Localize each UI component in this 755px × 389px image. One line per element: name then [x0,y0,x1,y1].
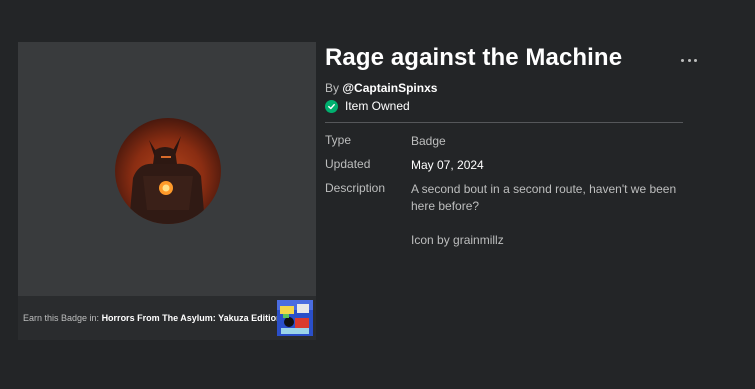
badge-title: Rage against the Machine [325,44,623,71]
robot-silhouette-icon [129,136,205,224]
description-line: A second bout in a second route, haven't… [411,182,677,213]
updated-label: Updated [325,157,371,171]
creator-byline: By @CaptainSpinxs [325,81,437,95]
earn-badge-bar[interactable]: Earn this Badge in: Horrors From The Asy… [18,296,316,340]
game-thumbnail-art-icon [277,300,313,336]
more-dot [681,58,684,62]
game-thumbnail[interactable] [277,300,313,336]
creator-link[interactable]: @CaptainSpinxs [342,81,437,95]
more-dot [694,58,697,62]
by-prefix: By [325,81,340,95]
description-label: Description [325,181,386,195]
more-options-icon[interactable] [681,54,697,66]
details-divider [325,122,683,123]
updated-value: May 07, 2024 [411,158,484,172]
checkmark-circle-icon [325,99,338,113]
earn-game-link[interactable]: Horrors From The Asylum: Yakuza Edition [102,313,277,323]
more-dot [687,58,691,62]
type-label: Type [325,133,352,147]
earn-badge-text: Earn this Badge in: Horrors From The Asy… [23,313,277,323]
badge-image [115,118,221,224]
badge-media-panel: Earn this Badge in: Horrors From The Asy… [18,42,316,340]
earn-prefix: Earn this Badge in: [23,313,102,323]
description-value: A second bout in a second route, haven't… [411,181,701,249]
owned-label: Item Owned [345,99,410,113]
description-line: Icon by grainmillz [411,233,504,247]
item-owned-indicator: Item Owned [325,99,410,113]
type-value: Badge [411,134,446,148]
